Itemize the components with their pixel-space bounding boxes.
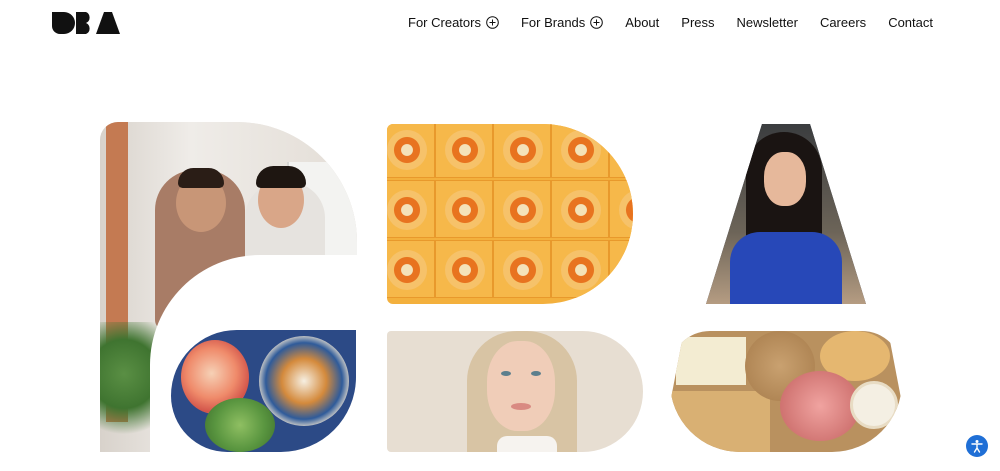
pattern-cell	[551, 180, 609, 238]
accessibility-button[interactable]	[966, 435, 988, 457]
flower-motif	[619, 250, 633, 290]
nav-label: Careers	[819, 15, 867, 30]
pattern-cell	[493, 180, 551, 238]
flower-motif	[445, 130, 485, 170]
flower-motif	[503, 130, 543, 170]
pattern-cell	[609, 124, 633, 178]
nav-label: Newsletter	[736, 15, 798, 30]
pattern-cell	[435, 240, 493, 298]
flower-motif	[387, 250, 427, 290]
pattern-cell	[493, 124, 551, 178]
flower-motif	[561, 250, 601, 290]
nav-careers[interactable]: Careers	[820, 15, 866, 30]
accessibility-icon	[971, 440, 983, 453]
flower-motif	[561, 130, 601, 170]
flower-motif	[387, 190, 427, 230]
pattern-cell	[551, 124, 609, 178]
flower-motif	[619, 130, 633, 170]
pattern-cell	[387, 124, 435, 178]
pattern-cell	[435, 180, 493, 238]
pattern-cell	[387, 240, 435, 298]
nav-for-brands[interactable]: For Brands	[520, 15, 604, 30]
pattern-cell	[609, 180, 633, 238]
photo-orange-tile-pattern	[387, 124, 633, 304]
flower-motif	[561, 190, 601, 230]
photo-blonde-woman	[387, 331, 643, 452]
nav-label: Press	[681, 15, 715, 30]
photo-charcuterie-board	[670, 331, 902, 452]
nav-for-creators[interactable]: For Creators	[408, 15, 499, 30]
nav-press[interactable]: Press	[681, 15, 714, 30]
nav-label: For Creators	[408, 15, 481, 30]
main-nav: For Creators For Brands About Press News…	[408, 15, 933, 30]
plus-circle-icon[interactable]	[590, 16, 604, 29]
pattern-cell	[435, 124, 493, 178]
site-header: For Creators For Brands About Press News…	[0, 0, 1000, 50]
pattern-cell	[493, 240, 551, 298]
logo-icon	[52, 12, 120, 34]
flower-motif	[503, 190, 543, 230]
nav-label: About	[625, 15, 660, 30]
brand-logo[interactable]	[50, 10, 122, 36]
plus-circle-icon[interactable]	[486, 16, 499, 29]
nav-label: For Brands	[520, 15, 586, 30]
photo-food-plate	[171, 330, 356, 452]
flower-motif	[445, 250, 485, 290]
nav-label: Contact	[888, 15, 933, 30]
nav-newsletter[interactable]: Newsletter	[737, 15, 798, 30]
pattern-cell	[609, 240, 633, 298]
flower-motif	[503, 250, 543, 290]
nav-contact[interactable]: Contact	[888, 15, 933, 30]
pattern-cell	[387, 180, 435, 238]
pattern-cell	[551, 240, 609, 298]
nav-about[interactable]: About	[625, 15, 659, 30]
flower-motif	[445, 190, 485, 230]
flower-motif	[387, 130, 427, 170]
flower-motif	[619, 190, 633, 230]
